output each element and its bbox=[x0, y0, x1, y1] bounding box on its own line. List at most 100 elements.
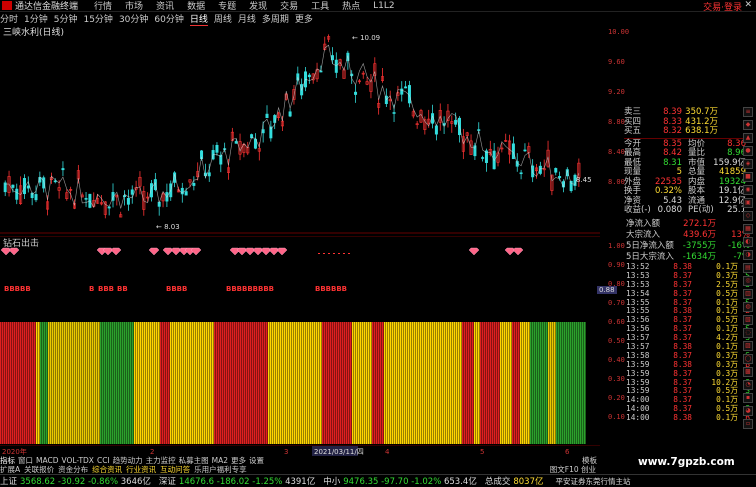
signal-bar bbox=[494, 322, 496, 444]
order-book-volume: 638.1万 bbox=[685, 126, 718, 136]
sidebar-tool-icon[interactable]: ◐ bbox=[743, 237, 753, 247]
sidebar-tool-icon[interactable]: ◔ bbox=[743, 380, 753, 390]
sidebar-tool-icon[interactable]: ◎ bbox=[743, 276, 753, 286]
sidebar-tool-icon[interactable]: ▩ bbox=[743, 367, 753, 377]
signal-bar bbox=[512, 322, 514, 444]
order-book-row[interactable]: 买五 8.32 638.1万 bbox=[624, 126, 752, 137]
sidebar-tool-icon[interactable]: ◆ bbox=[743, 120, 753, 130]
sidebar-tool-icon[interactable]: ■ bbox=[743, 172, 753, 182]
sidebar-tool-icon[interactable]: ▤ bbox=[743, 263, 753, 273]
signal-bar bbox=[146, 322, 148, 444]
color-bar-indicator-panel[interactable] bbox=[0, 322, 600, 444]
index-quote[interactable]: 深证 14676.6 -186.02 -1.25% 4391亿 bbox=[159, 475, 315, 487]
index-quote[interactable]: 总成交 8037亿 bbox=[485, 475, 544, 487]
diamond-signal-icon bbox=[260, 247, 272, 256]
period-toolbar: 分时 1分钟 5分钟 15分钟 30分钟 60分钟 日线 周线 月线 多周期 更多 bbox=[0, 13, 600, 26]
signal-bar bbox=[8, 322, 10, 444]
sidebar-tool-icon[interactable]: ● bbox=[743, 146, 753, 156]
candle bbox=[15, 183, 19, 205]
signal-bar bbox=[312, 322, 314, 444]
signal-bar bbox=[90, 322, 92, 444]
signal-bar bbox=[64, 322, 66, 444]
sidebar-tool-icon[interactable]: ◯ bbox=[743, 354, 753, 364]
trade-login-button[interactable]: 交易·登录 bbox=[703, 0, 742, 13]
close-icon[interactable]: ✕ bbox=[744, 0, 752, 10]
signal-bar bbox=[288, 322, 290, 444]
server-name: 平安证券东莞行情主站 bbox=[555, 476, 631, 486]
sidebar-tool-icon[interactable]: ≡ bbox=[743, 107, 753, 117]
index-value: 14676.6 bbox=[178, 477, 217, 487]
menu-item[interactable]: L1L2 bbox=[373, 1, 394, 11]
sidebar-tool-icon[interactable]: ▨ bbox=[743, 341, 753, 351]
signal-bar bbox=[322, 322, 324, 444]
signal-bar bbox=[400, 322, 402, 444]
signal-bar bbox=[374, 322, 376, 444]
candlestick-chart[interactable]: ← 10.09 ← 8.03 8.45 bbox=[0, 24, 600, 234]
menu-item[interactable]: 专题 bbox=[218, 0, 236, 12]
sidebar-tool-icon[interactable]: ▪ bbox=[743, 393, 753, 403]
menu-item[interactable]: 资讯 bbox=[156, 0, 174, 12]
menu-item[interactable]: 行情 bbox=[94, 0, 112, 12]
candle bbox=[327, 34, 331, 43]
menu-item[interactable]: 热点 bbox=[342, 0, 360, 12]
sidebar-tool-icon[interactable]: ◌ bbox=[743, 328, 753, 338]
signal-bar bbox=[126, 322, 128, 444]
sidebar-tool-icon[interactable]: ◇ bbox=[743, 211, 753, 221]
menu-item[interactable]: 工具 bbox=[311, 0, 329, 12]
signal-bar bbox=[584, 322, 586, 444]
diamond-indicator-panel[interactable]: 增财8BBBBBBBBBBBBBBBBBBBBBBBBBBBBBB bbox=[0, 236, 600, 322]
signal-bar bbox=[398, 322, 400, 444]
sidebar-tool-icon[interactable]: ◈ bbox=[743, 159, 753, 169]
signal-bar bbox=[382, 322, 384, 444]
tick-list[interactable]: 13:528.380.1万B13:538.370.3万S13:538.372.5… bbox=[626, 262, 754, 423]
index-quote[interactable]: 上证 3568.62 -30.92 -0.86% 3646亿 bbox=[0, 475, 151, 487]
sidebar-tool-icon[interactable]: ◍ bbox=[743, 302, 753, 312]
menu-item[interactable]: 交易 bbox=[280, 0, 298, 12]
signal-bar bbox=[380, 322, 382, 444]
candle bbox=[253, 133, 257, 150]
signal-bar bbox=[254, 322, 256, 444]
sidebar-tool-icon[interactable]: ▧ bbox=[743, 315, 753, 325]
signal-bar bbox=[60, 322, 62, 444]
menu-item[interactable]: 发现 bbox=[249, 0, 267, 12]
signal-bar bbox=[388, 322, 390, 444]
index-quote[interactable]: 中小 9476.35 -97.70 -1.02% 653.4亿 bbox=[323, 475, 477, 487]
signal-bar bbox=[16, 322, 18, 444]
signal-bar bbox=[436, 322, 438, 444]
signal-bar bbox=[540, 322, 542, 444]
menu-item[interactable]: 数据 bbox=[187, 0, 205, 12]
signal-bar bbox=[228, 322, 230, 444]
candle bbox=[550, 174, 554, 196]
diamond-signal-icon bbox=[170, 247, 182, 256]
signal-bar bbox=[80, 322, 82, 444]
signal-bar bbox=[576, 322, 578, 444]
sidebar-tool-icon[interactable]: ▣ bbox=[743, 198, 753, 208]
sidebar-tool-icon[interactable]: ▦ bbox=[743, 224, 753, 234]
index-name: 上证 bbox=[0, 477, 18, 487]
y-axis-tick: 1.00 bbox=[608, 242, 625, 250]
sidebar-tool-icon[interactable]: ◑ bbox=[743, 250, 753, 260]
signal-bar bbox=[328, 322, 330, 444]
sidebar-tool-icon[interactable]: ◕ bbox=[743, 406, 753, 416]
sidebar-tool-icon[interactable]: ▥ bbox=[743, 289, 753, 299]
signal-bar bbox=[212, 322, 214, 444]
signal-bar bbox=[408, 322, 410, 444]
signal-bar bbox=[22, 322, 24, 444]
candle bbox=[377, 98, 381, 115]
signal-bar bbox=[226, 322, 228, 444]
cursor-date: 2021/03/11/四 bbox=[314, 448, 364, 456]
menu-item[interactable]: 市场 bbox=[125, 0, 143, 12]
signal-bar bbox=[110, 322, 112, 444]
sidebar-tool-icon[interactable]: ▫ bbox=[743, 419, 753, 429]
signal-bar bbox=[246, 322, 248, 444]
x-axis-tick: 3 bbox=[284, 448, 288, 456]
sidebar-tool-icon[interactable]: ◉ bbox=[743, 185, 753, 195]
sidebar-tool-icon[interactable]: ▲ bbox=[743, 133, 753, 143]
signal-bar bbox=[50, 322, 52, 444]
diamond-signal-icon bbox=[252, 247, 264, 256]
signal-bar bbox=[222, 322, 224, 444]
signal-bar bbox=[192, 322, 194, 444]
signal-bar bbox=[214, 322, 216, 444]
candle bbox=[369, 73, 373, 99]
diamond-signal-icon bbox=[512, 247, 524, 256]
